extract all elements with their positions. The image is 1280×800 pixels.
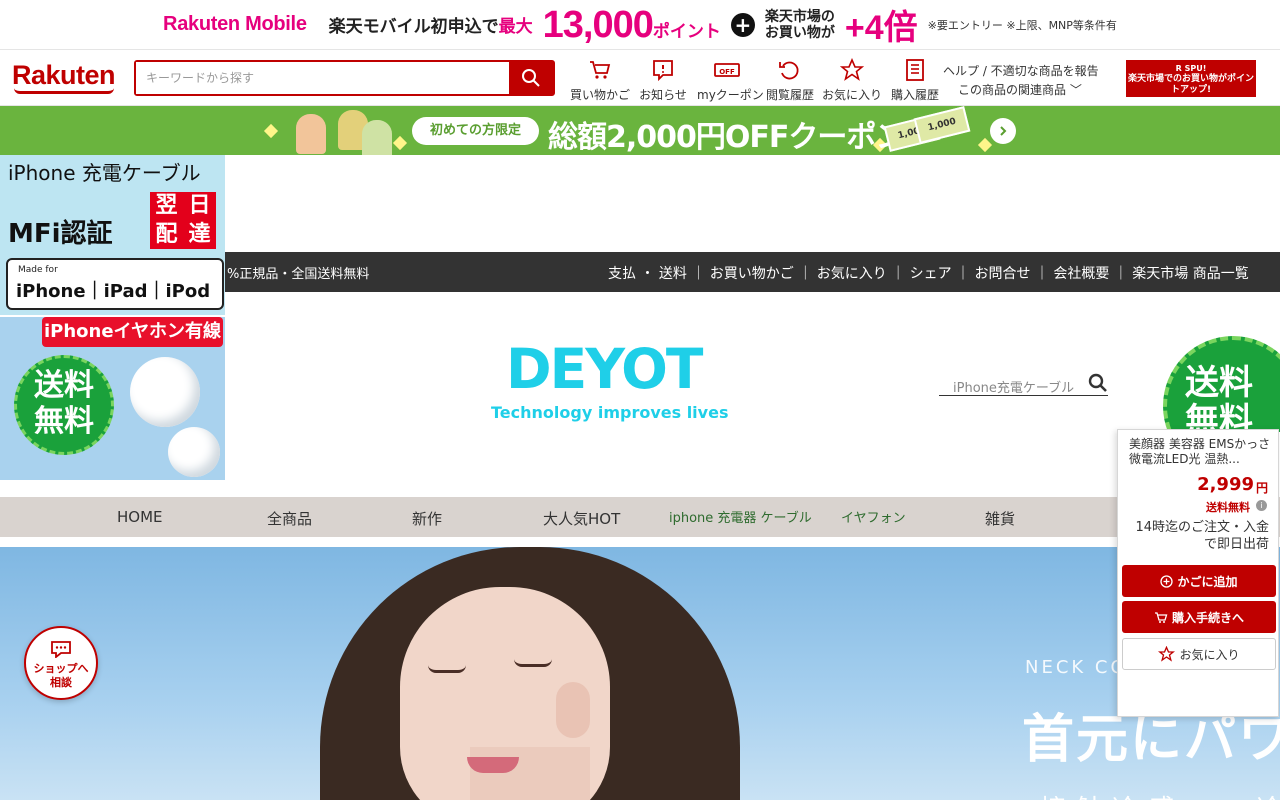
next-day-badge: 翌日 配達 bbox=[150, 192, 216, 249]
svg-text:OFF: OFF bbox=[719, 68, 735, 76]
earphone-ad-title: iPhoneイヤホン有線 bbox=[42, 317, 223, 347]
rakuten-mobile-logo: Rakuten Mobile bbox=[163, 13, 307, 35]
logo-swoosh bbox=[14, 88, 114, 94]
category-nav: HOME 全商品 新作 大人気HOT iphone 充電器 ケーブル イヤフォン… bbox=[0, 497, 1280, 537]
cable-ad[interactable]: iPhone 充電ケーブル MFi認証 翌日 配達 Made for iPhon… bbox=[0, 155, 225, 315]
receipt-icon bbox=[906, 59, 924, 81]
product-name[interactable]: 美顔器 美容器 EMSかっさ 微電流LED光 温熱... bbox=[1129, 437, 1273, 467]
free-shipping-text: 送料 無料 bbox=[1185, 363, 1253, 432]
earbud-illustration bbox=[168, 427, 220, 477]
shipping-note: 14時迄のご注文・入金で即日出荷 bbox=[1135, 520, 1269, 552]
cable-ad-title: iPhone 充電ケーブル bbox=[8, 161, 201, 185]
price-currency: 円 bbox=[1255, 481, 1268, 495]
sparkle-decoration bbox=[977, 137, 993, 153]
cart-icon bbox=[590, 61, 611, 79]
add-to-cart-button[interactable]: かごに追加 bbox=[1122, 565, 1276, 597]
device-list: iPhone｜iPad｜iPod bbox=[16, 281, 211, 302]
header-coupon[interactable]: OFF myクーポン bbox=[697, 58, 764, 103]
header-history[interactable]: 閲覧履歴 bbox=[760, 58, 820, 103]
shop-nav-bar: %正規品・全国送料無料 支払 ・ 送料 ｜ お買い物かご ｜ お気に入り ｜ シ… bbox=[225, 252, 1280, 292]
brand-slogan: Technology improves lives bbox=[491, 403, 729, 422]
chevron-down-icon: ﹀ bbox=[1069, 83, 1082, 97]
category-new[interactable]: 新作 bbox=[412, 508, 442, 529]
shop-search[interactable]: iPhone充電ケーブル bbox=[939, 371, 1108, 396]
promo-points: 13,000ポイント bbox=[542, 3, 721, 46]
mfi-label: MFi認証 bbox=[8, 219, 113, 249]
first-time-pill: 初めての方限定 bbox=[412, 117, 539, 145]
sparkle-decoration bbox=[392, 135, 408, 151]
promo-note: ※要エントリー ※上限、MNP等条件有 bbox=[927, 18, 1117, 32]
history-icon bbox=[779, 61, 799, 80]
coupon-headline: 総額2,000円OFFクーポン bbox=[548, 120, 905, 155]
help-link[interactable]: ヘルプ / 不適切な商品を報告 bbox=[943, 62, 1099, 79]
header-favorites[interactable]: お気に入り bbox=[822, 58, 882, 103]
related-products-link[interactable]: この商品の関連商品 ﹀ bbox=[958, 81, 1082, 98]
plus-icon: + bbox=[730, 12, 755, 37]
header-cart[interactable]: 買い物かご bbox=[570, 58, 630, 103]
brand-logo: DEYOT bbox=[506, 337, 703, 401]
info-icon[interactable]: i bbox=[1256, 500, 1267, 511]
sparkle-decoration bbox=[263, 123, 279, 139]
plus-circle-icon bbox=[1160, 574, 1174, 588]
shop-chat-button[interactable]: ショップへ 相談 bbox=[24, 626, 98, 700]
promo-banner[interactable]: Rakuten Mobile 楽天モバイル初申込で最大 13,000ポイント +… bbox=[0, 0, 1280, 50]
model-eye bbox=[428, 665, 466, 673]
cart-icon bbox=[1154, 611, 1168, 623]
shop-tagline: %正規品・全国送料無料 bbox=[227, 267, 370, 282]
search-icon[interactable] bbox=[1088, 373, 1108, 393]
model-neck bbox=[470, 747, 590, 800]
shop-brand[interactable]: DEYOT bbox=[506, 336, 703, 402]
category-goods[interactable]: 雑貨 bbox=[985, 508, 1015, 529]
search-button[interactable] bbox=[509, 62, 553, 94]
floating-product-panel: 美顔器 美容器 EMSかっさ 微電流LED光 温熱... 2,999 円 送料無… bbox=[1117, 429, 1279, 717]
shop-search-placeholder: iPhone充電ケーブル bbox=[953, 381, 1075, 396]
promo-multiplier: +4倍 bbox=[844, 9, 918, 47]
free-shipping-label: 送料無料 bbox=[1206, 501, 1250, 514]
notification-icon bbox=[653, 60, 673, 82]
hero-banner[interactable]: NECK CO 首元にパワ 接触冷感 ・ 冷た bbox=[0, 547, 1280, 800]
chevron-right-icon bbox=[1000, 126, 1007, 136]
category-popular[interactable]: 大人気HOT bbox=[543, 508, 620, 529]
star-icon bbox=[840, 58, 864, 81]
category-charger[interactable]: iphone 充電器 ケーブル bbox=[669, 507, 812, 526]
character-illustration bbox=[296, 114, 326, 154]
header-purchase-history[interactable]: 購入履歴 bbox=[885, 58, 945, 103]
search-input[interactable] bbox=[136, 62, 509, 94]
bill-illustration: 1,000 bbox=[913, 106, 971, 144]
checkout-button[interactable]: 購入手続きへ bbox=[1122, 601, 1276, 633]
header-notifications[interactable]: お知らせ bbox=[633, 58, 693, 103]
hero-subtitle: NECK CO bbox=[1025, 657, 1128, 678]
favorite-button[interactable]: お気に入り bbox=[1122, 638, 1276, 670]
free-shipping-badge: 送料 無料 bbox=[14, 355, 114, 455]
promo-text: 楽天モバイル初申込で最大 bbox=[328, 17, 533, 37]
category-all-products[interactable]: 全商品 bbox=[267, 508, 312, 529]
model-eye bbox=[514, 659, 552, 667]
category-earphones[interactable]: イヤフォン bbox=[841, 507, 906, 526]
chat-icon bbox=[51, 641, 71, 659]
left-ad-column: iPhone 充電ケーブル MFi認証 翌日 配達 Made for iPhon… bbox=[0, 155, 225, 480]
coupon-icon: OFF bbox=[714, 63, 740, 77]
model-lips bbox=[467, 757, 519, 773]
coupon-arrow-button[interactable] bbox=[990, 118, 1016, 144]
rakuten-logo[interactable]: Rakuten bbox=[12, 60, 116, 91]
spu-banner[interactable]: R SPU! 楽天市場でのお買い物がポイントアップ! bbox=[1126, 60, 1256, 97]
earbud-illustration bbox=[130, 357, 200, 427]
right-free-shipping-ad[interactable]: 送料 無料 bbox=[1163, 336, 1280, 432]
rakuten-header: Rakuten 買い物かご お知らせ OFF myクーポン 閲覧履歴 お気に入り… bbox=[0, 50, 1280, 106]
earphone-ad[interactable]: iPhoneイヤホン有線 送料 無料 bbox=[0, 317, 225, 480]
search-icon bbox=[522, 69, 540, 87]
coupon-banner[interactable]: 初めての方限定 総額2,000円OFFクーポン 1,000 1,000 bbox=[0, 106, 1280, 155]
model-ear bbox=[556, 682, 590, 738]
character-illustration bbox=[362, 120, 392, 155]
product-price: 2,999 bbox=[1197, 474, 1254, 495]
promo-text-2: 楽天市場の お買い物が bbox=[764, 8, 835, 41]
star-icon bbox=[1158, 646, 1176, 662]
hero-tagline: 接触冷感 ・ 冷た bbox=[1040, 789, 1280, 800]
category-home[interactable]: HOME bbox=[117, 508, 163, 526]
global-search bbox=[134, 60, 555, 96]
made-for-badge: Made for iPhone｜iPad｜iPod bbox=[6, 258, 224, 310]
shop-links[interactable]: 支払 ・ 送料 ｜ お買い物かご ｜ お気に入り ｜ シェア ｜ お問合せ ｜ … bbox=[608, 263, 1249, 283]
